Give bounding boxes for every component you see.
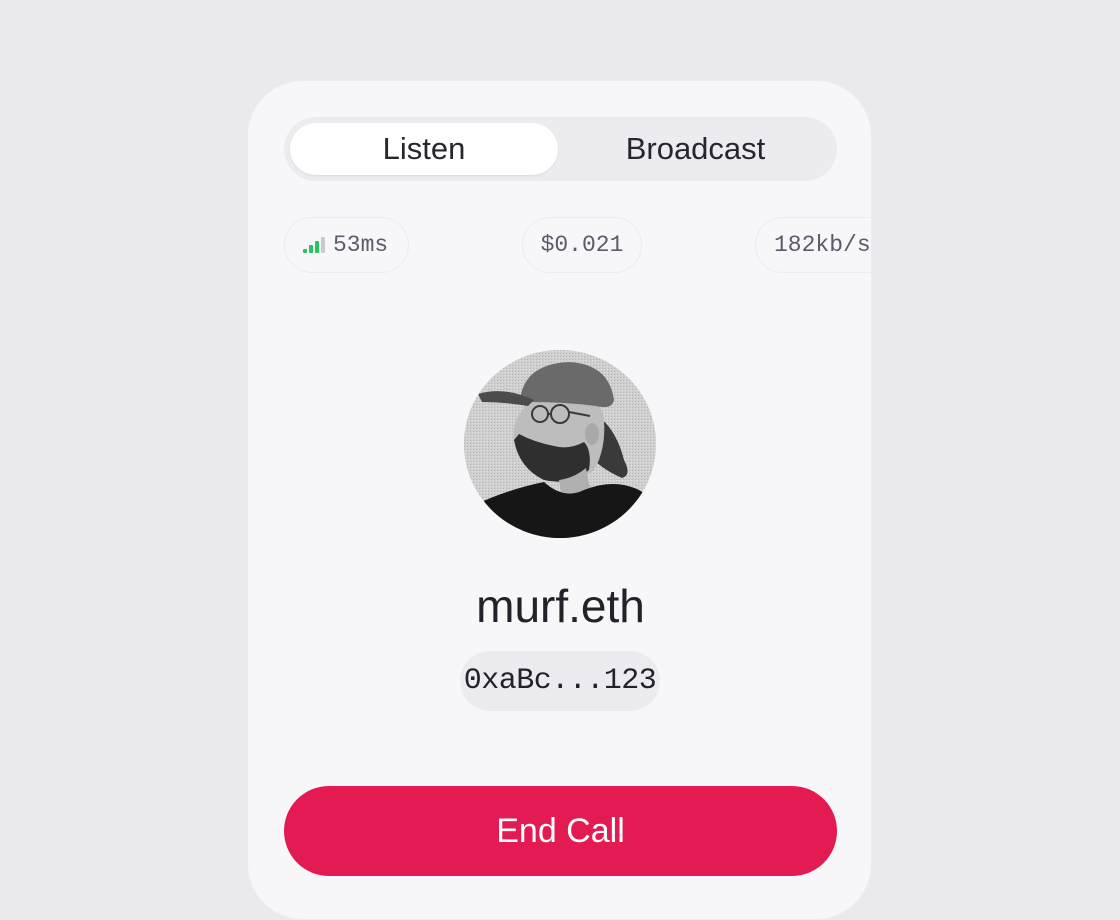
- signal-strength-icon: [303, 237, 325, 253]
- mode-toggle: Listen Broadcast: [284, 117, 837, 181]
- call-card: Listen Broadcast 53ms $0.021 182kb/s mur…: [247, 80, 872, 920]
- avatar-portrait: [464, 350, 656, 538]
- tab-listen[interactable]: Listen: [290, 123, 558, 175]
- end-call-label: End Call: [496, 811, 625, 850]
- bitrate-value: 182kb/s: [774, 232, 871, 258]
- wallet-address: 0xaBc...123: [463, 664, 657, 698]
- display-name: murf.eth: [476, 580, 645, 632]
- tab-broadcast[interactable]: Broadcast: [560, 123, 831, 175]
- wallet-address-badge[interactable]: 0xaBc...123: [460, 651, 660, 711]
- bitrate-pill: 182kb/s: [755, 217, 871, 273]
- tab-broadcast-label: Broadcast: [625, 131, 766, 166]
- latency-pill: 53ms: [284, 217, 409, 273]
- end-call-button[interactable]: End Call: [284, 786, 837, 876]
- cost-pill: $0.021: [522, 217, 642, 273]
- latency-value: 53ms: [333, 232, 389, 258]
- cost-value: $0.021: [540, 232, 624, 258]
- tab-listen-label: Listen: [382, 131, 466, 166]
- avatar: [464, 350, 656, 538]
